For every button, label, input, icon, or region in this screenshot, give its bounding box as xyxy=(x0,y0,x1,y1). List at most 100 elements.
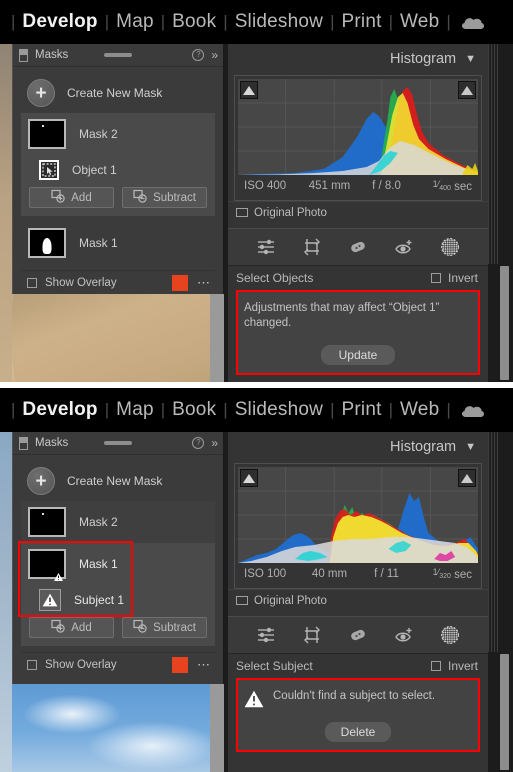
add-button[interactable]: Add xyxy=(29,617,114,638)
mask-group-mask1: Mask 1 Subject 1 Add Subtract xyxy=(18,541,215,646)
highlight-clipping-triangle[interactable] xyxy=(458,81,476,99)
show-overlay-checkbox[interactable] xyxy=(27,659,37,670)
mask-list-item-mask2[interactable]: Mask 2 xyxy=(21,113,215,155)
preview-scrollbar[interactable] xyxy=(210,684,224,772)
mask-component-subject1[interactable]: Subject 1 xyxy=(21,585,215,615)
overlay-color-swatch[interactable] xyxy=(172,274,188,291)
original-photo-checkbox[interactable] xyxy=(236,208,248,217)
panel-switch-icon[interactable] xyxy=(19,48,28,62)
histogram-header[interactable]: Histogram ▼ xyxy=(228,432,488,461)
module-separator: | xyxy=(160,12,166,31)
preview-scrollbar[interactable] xyxy=(210,294,224,382)
mask-list-item-mask2[interactable]: Mask 2 xyxy=(21,501,215,543)
mask-component-object1[interactable]: Object 1 xyxy=(21,155,215,185)
photo-preview-sky xyxy=(12,684,224,772)
mask-list-item-mask1[interactable]: Mask 1 xyxy=(21,543,215,585)
red-eye-icon[interactable] xyxy=(393,624,415,646)
module-item-slideshow[interactable]: Slideshow xyxy=(235,11,323,33)
histogram-header[interactable]: Histogram ▼ xyxy=(228,44,488,73)
histogram-canvas[interactable] xyxy=(238,79,478,175)
drag-handle[interactable] xyxy=(104,441,132,445)
create-new-mask-button[interactable]: + Create New Mask xyxy=(21,461,215,501)
module-item-book[interactable]: Book xyxy=(172,11,216,33)
masks-panel-header[interactable]: Masks ? » xyxy=(13,432,223,455)
shadow-clipping-triangle[interactable] xyxy=(240,469,258,487)
right-panel-scrollbar[interactable] xyxy=(500,266,509,380)
scrollbar-thumb[interactable] xyxy=(500,654,509,770)
mask-warning-message: Couldn't find a subject to select. xyxy=(273,690,436,702)
module-separator: | xyxy=(104,400,110,419)
question-mark-icon[interactable]: ? xyxy=(192,437,205,449)
histogram-canvas[interactable] xyxy=(238,467,478,563)
tool-strip xyxy=(228,228,488,266)
mask-mode-row: Select Objects Invert xyxy=(228,266,488,290)
histogram-title: Histogram xyxy=(390,438,457,455)
masking-icon[interactable] xyxy=(439,624,461,646)
basic-adjust-icon[interactable] xyxy=(255,624,277,646)
mask-group-mask2: Mask 2 xyxy=(21,501,215,543)
crop-overlay-icon[interactable] xyxy=(301,624,323,646)
exif-iso: ISO 400 xyxy=(244,180,287,192)
show-overlay-row: Show Overlay ⋯ xyxy=(21,270,215,294)
delete-button[interactable]: Delete xyxy=(324,722,392,742)
overlay-color-swatch[interactable] xyxy=(172,656,188,673)
module-separator: | xyxy=(160,400,166,419)
mask-label: Mask 2 xyxy=(79,127,118,141)
module-item-slideshow[interactable]: Slideshow xyxy=(235,399,323,421)
invert-checkbox[interactable] xyxy=(430,273,441,283)
subtract-button-label: Subtract xyxy=(153,621,196,634)
original-photo-row[interactable]: Original Photo xyxy=(228,589,488,611)
triangle-down-icon[interactable]: ▼ xyxy=(465,53,476,65)
update-button[interactable]: Update xyxy=(320,344,396,365)
ellipsis-icon[interactable]: ⋯ xyxy=(197,275,211,291)
triangle-down-icon[interactable]: ▼ xyxy=(465,441,476,453)
add-button[interactable]: Add xyxy=(29,187,114,208)
add-subtract-row: Add Subtract xyxy=(21,615,215,646)
mask-component-label: Subject 1 xyxy=(74,593,125,607)
mask-mode-label: Select Objects xyxy=(236,271,314,285)
module-item-print[interactable]: Print xyxy=(342,11,382,33)
ellipsis-icon[interactable]: ⋯ xyxy=(197,657,211,673)
red-eye-icon[interactable] xyxy=(393,236,415,258)
show-overlay-checkbox[interactable] xyxy=(27,277,37,288)
module-item-print[interactable]: Print xyxy=(342,399,382,421)
original-photo-row[interactable]: Original Photo xyxy=(228,201,488,223)
original-photo-checkbox[interactable] xyxy=(236,596,248,605)
add-button-label: Add xyxy=(71,621,92,634)
module-separator: | xyxy=(446,12,451,31)
healing-brush-icon[interactable] xyxy=(347,624,369,646)
module-item-develop[interactable]: Develop xyxy=(22,399,97,421)
question-mark-icon[interactable]: ? xyxy=(192,49,205,61)
double-chevron-right-icon[interactable]: » xyxy=(211,48,218,62)
double-chevron-right-icon[interactable]: » xyxy=(211,436,218,450)
module-item-web[interactable]: Web xyxy=(400,11,439,33)
cloud-icon[interactable] xyxy=(460,15,486,30)
subtract-button[interactable]: Subtract xyxy=(122,617,207,638)
module-item-web[interactable]: Web xyxy=(400,399,439,421)
healing-brush-icon[interactable] xyxy=(347,236,369,258)
masks-panel-header[interactable]: Masks ? » xyxy=(13,44,223,67)
subtract-button[interactable]: Subtract xyxy=(122,187,207,208)
module-item-develop[interactable]: Develop xyxy=(22,11,97,33)
scrollbar-thumb[interactable] xyxy=(500,266,509,380)
module-item-map[interactable]: Map xyxy=(116,11,154,33)
highlight-clipping-triangle[interactable] xyxy=(458,469,476,487)
plus-icon[interactable]: + xyxy=(27,467,55,495)
mask-list-item-mask1[interactable]: Mask 1 xyxy=(21,222,215,264)
invert-checkbox[interactable] xyxy=(430,661,441,671)
panel-switch-icon[interactable] xyxy=(19,436,28,450)
shadow-clipping-triangle[interactable] xyxy=(240,81,258,99)
exif-shutter-speed: 1⁄400 sec xyxy=(432,178,472,194)
plus-icon[interactable]: + xyxy=(27,79,55,107)
cloud-icon[interactable] xyxy=(460,403,486,418)
crop-overlay-icon[interactable] xyxy=(301,236,323,258)
create-new-mask-button[interactable]: + Create New Mask xyxy=(21,73,215,113)
histogram-box: ISO 400 451 mm f / 8.0 1⁄400 sec xyxy=(234,75,482,201)
create-new-mask-label: Create New Mask xyxy=(67,86,163,100)
module-item-book[interactable]: Book xyxy=(172,399,216,421)
right-panel-scrollbar[interactable] xyxy=(500,654,509,770)
module-item-map[interactable]: Map xyxy=(116,399,154,421)
masking-icon[interactable] xyxy=(439,236,461,258)
basic-adjust-icon[interactable] xyxy=(255,236,277,258)
drag-handle[interactable] xyxy=(104,53,132,57)
